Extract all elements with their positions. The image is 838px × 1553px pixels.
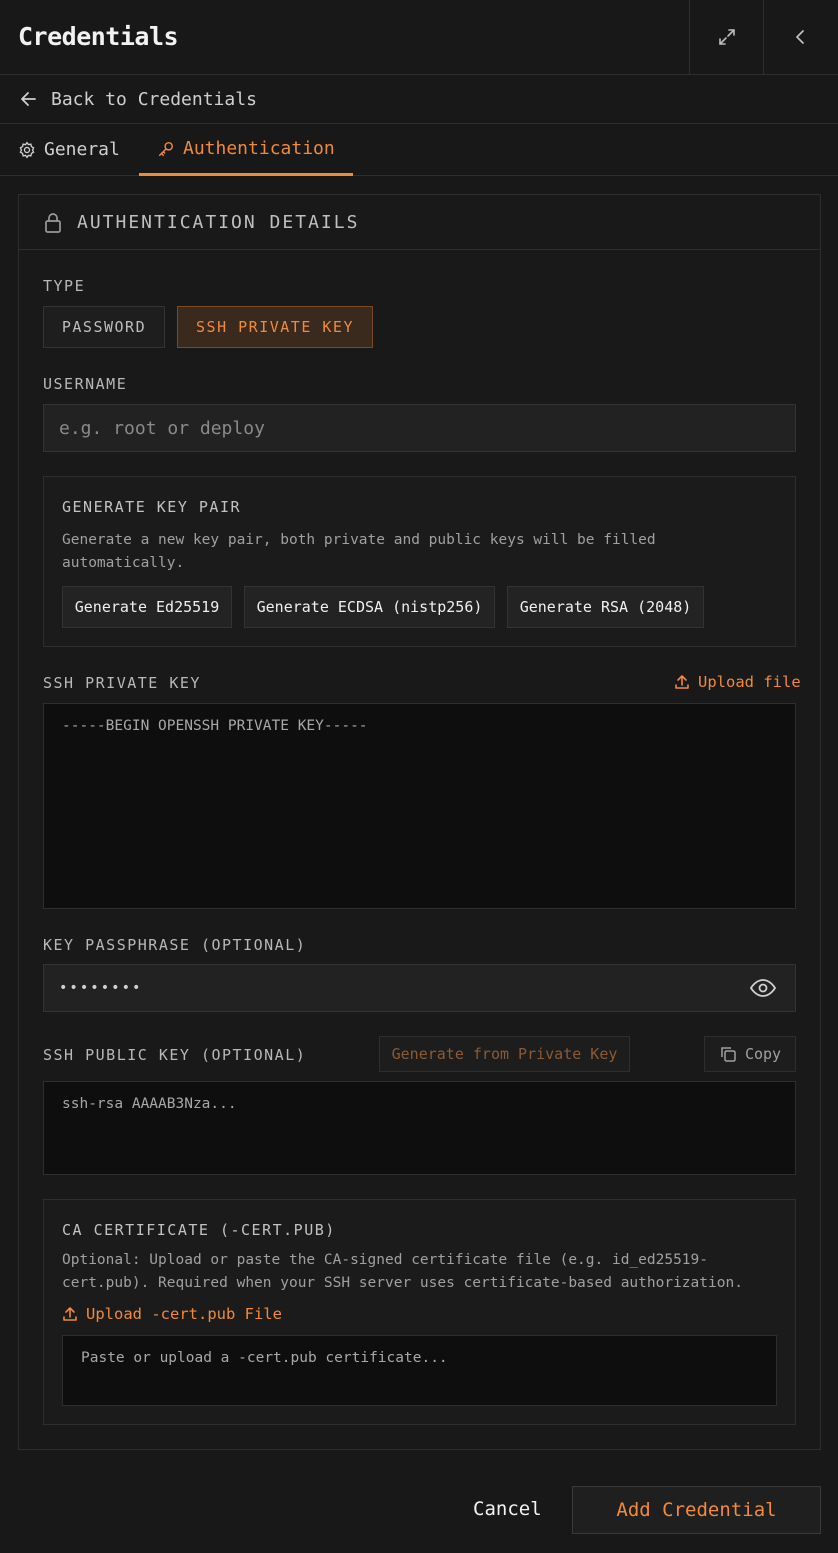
upload-cert-label: Upload -cert.pub File bbox=[86, 1305, 282, 1323]
username-input[interactable]: e.g. root or deploy bbox=[43, 404, 796, 452]
ca-certificate-box: CA CERTIFICATE (-CERT.PUB) Optional: Upl… bbox=[43, 1199, 796, 1425]
generate-rsa-button[interactable]: Generate RSA (2048) bbox=[507, 586, 704, 628]
tab-general-label: General bbox=[44, 139, 120, 160]
upload-icon bbox=[675, 675, 689, 689]
arrow-left-icon bbox=[21, 92, 36, 106]
generate-description: Generate a new key pair, both private an… bbox=[62, 529, 656, 575]
chevron-left-icon bbox=[796, 30, 804, 44]
section-title: AUTHENTICATION DETAILS bbox=[77, 212, 360, 233]
username-label: USERNAME bbox=[43, 375, 128, 393]
generate-description-line: automatically. bbox=[62, 555, 185, 571]
ca-cert-description-line: cert.pub). Required when your SSH server… bbox=[62, 1275, 743, 1291]
passphrase-value: •••••••• bbox=[59, 980, 143, 996]
tab-authentication-label: Authentication bbox=[183, 138, 335, 159]
expand-icon bbox=[718, 29, 735, 45]
gear-icon bbox=[19, 140, 35, 159]
ca-cert-description: Optional: Upload or paste the CA-signed … bbox=[62, 1249, 743, 1295]
tab-general[interactable]: General bbox=[18, 124, 120, 175]
upload-cert-link[interactable]: Upload -cert.pub File bbox=[62, 1305, 282, 1323]
copy-label: Copy bbox=[744, 1045, 782, 1063]
upload-file-label: Upload file bbox=[698, 673, 801, 691]
back-label: Back to Credentials bbox=[51, 89, 257, 110]
public-key-label: SSH PUBLIC KEY (OPTIONAL) bbox=[43, 1046, 307, 1064]
add-credential-button[interactable]: Add Credential bbox=[572, 1486, 821, 1534]
upload-file-link[interactable]: Upload file bbox=[674, 673, 801, 691]
generate-from-private-key-button[interactable]: Generate from Private Key bbox=[379, 1036, 630, 1072]
type-password-button[interactable]: PASSWORD bbox=[43, 306, 165, 348]
private-key-label: SSH PRIVATE KEY bbox=[43, 674, 201, 692]
copy-button[interactable]: Copy bbox=[704, 1036, 796, 1072]
back-link[interactable]: Back to Credentials bbox=[0, 75, 838, 124]
copy-icon bbox=[721, 1047, 736, 1062]
header: Credentials bbox=[0, 0, 838, 75]
generate-key-pair-box: GENERATE KEY PAIR Generate a new key pai… bbox=[43, 476, 796, 647]
authentication-details-panel: AUTHENTICATION DETAILS TYPE PASSWORD SSH… bbox=[18, 194, 821, 1450]
generate-description-line: Generate a new key pair, both private an… bbox=[62, 532, 656, 548]
page-title: Credentials bbox=[18, 22, 179, 51]
cancel-button[interactable]: Cancel bbox=[473, 1498, 542, 1520]
lock-icon bbox=[45, 213, 61, 233]
tab-bar: General Authentication bbox=[0, 124, 838, 176]
private-key-textarea[interactable]: -----BEGIN OPENSSH PRIVATE KEY----- bbox=[43, 703, 796, 909]
expand-button[interactable] bbox=[689, 0, 763, 74]
public-key-textarea[interactable]: ssh-rsa AAAAB3Nza... bbox=[43, 1081, 796, 1175]
type-ssh-key-button[interactable]: SSH PRIVATE KEY bbox=[177, 306, 373, 348]
eye-icon[interactable] bbox=[749, 976, 777, 1000]
ca-cert-title: CA CERTIFICATE (-CERT.PUB) bbox=[62, 1221, 336, 1239]
upload-icon bbox=[63, 1307, 77, 1321]
generate-title: GENERATE KEY PAIR bbox=[62, 498, 242, 516]
passphrase-input[interactable]: •••••••• bbox=[43, 964, 796, 1012]
type-label: TYPE bbox=[43, 277, 86, 295]
ca-cert-description-line: Optional: Upload or paste the CA-signed … bbox=[62, 1252, 709, 1268]
panel-header: AUTHENTICATION DETAILS bbox=[19, 195, 820, 250]
key-icon bbox=[158, 141, 174, 156]
generate-ed25519-button[interactable]: Generate Ed25519 bbox=[62, 586, 232, 628]
passphrase-label: KEY PASSPHRASE (OPTIONAL) bbox=[43, 936, 307, 954]
tab-authentication[interactable]: Authentication bbox=[139, 124, 353, 176]
ca-cert-textarea[interactable]: Paste or upload a -cert.pub certificate.… bbox=[62, 1335, 777, 1406]
generate-ecdsa-button[interactable]: Generate ECDSA (nistp256) bbox=[244, 586, 495, 628]
collapse-button[interactable] bbox=[763, 0, 838, 74]
